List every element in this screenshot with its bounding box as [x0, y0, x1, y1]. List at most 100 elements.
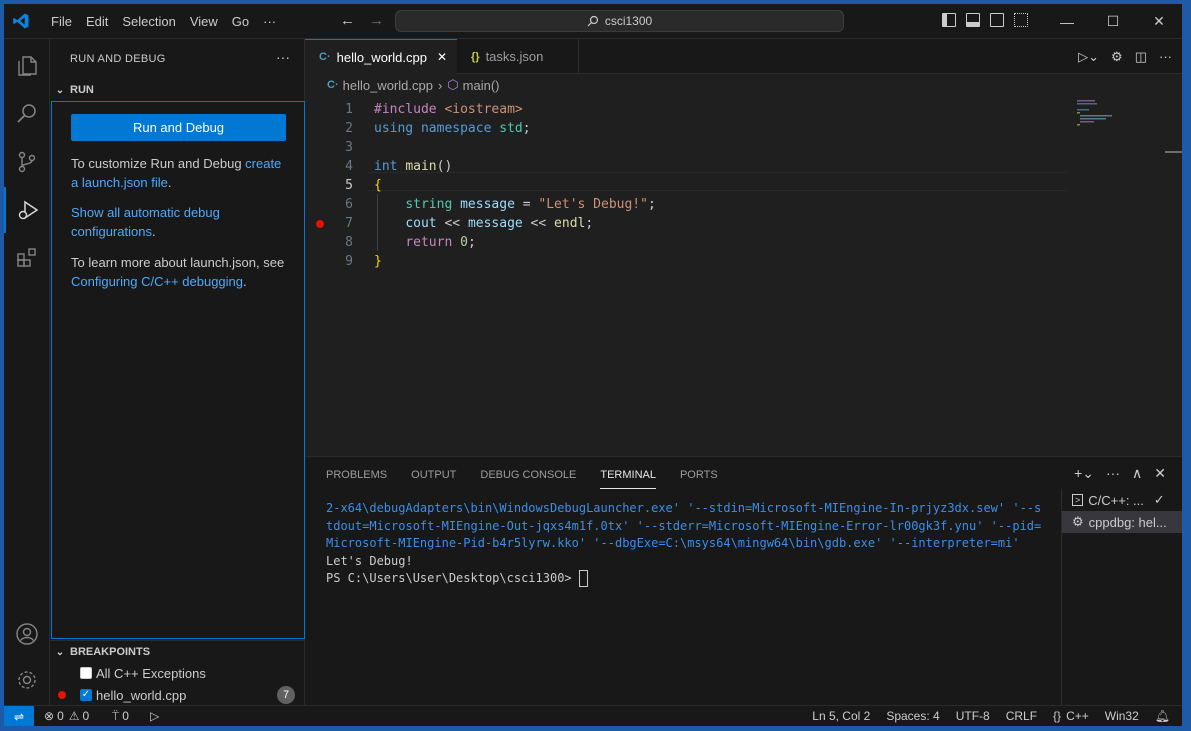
cpp-icon: C·	[319, 51, 331, 63]
remote-indicator-icon[interactable]: ⇌	[4, 706, 34, 726]
tab-tasks-json[interactable]: {} tasks.json	[457, 39, 579, 74]
menu-selection[interactable]: Selection	[115, 14, 182, 29]
tab-output[interactable]: OUTPUT	[411, 467, 456, 489]
terminal-command: 2-x64\debugAdapters\bin\WindowsDebugLaun…	[326, 501, 1042, 550]
accounts-icon[interactable]	[4, 611, 50, 657]
tab-problems[interactable]: PROBLEMS	[326, 467, 387, 489]
language-mode[interactable]: {} C++	[1053, 709, 1089, 723]
close-tab-icon[interactable]: ✕	[437, 50, 447, 64]
tab-terminal[interactable]: TERMINAL	[600, 467, 656, 489]
run-and-debug-button[interactable]: Run and Debug	[71, 114, 286, 141]
breakpoint-all-exceptions[interactable]: All C++ Exceptions	[50, 662, 305, 684]
show-automatic-configs-link[interactable]: Show all automatic debug configurations	[71, 205, 220, 239]
platform[interactable]: Win32	[1105, 709, 1139, 723]
line-number: 2	[345, 121, 353, 136]
encoding[interactable]: UTF-8	[956, 709, 990, 723]
configuring-cpp-debugging-link[interactable]: Configuring C/C++ debugging	[71, 274, 243, 289]
search-view-icon[interactable]	[4, 91, 50, 137]
back-arrow-icon[interactable]: ←	[340, 12, 355, 29]
menu-file[interactable]: File	[44, 14, 79, 29]
explorer-icon[interactable]	[4, 43, 50, 89]
run-and-debug-sidebar: RUN AND DEBUG ··· ⌄ RUN Run and Debug To…	[50, 39, 305, 705]
breakpoints-section-header[interactable]: ⌄ BREAKPOINTS	[50, 640, 305, 663]
chevron-down-icon: ⌄	[55, 646, 65, 658]
menu-go[interactable]: Go	[225, 14, 256, 29]
code-token: ;	[647, 197, 656, 212]
checkbox-checked[interactable]: ✓	[80, 689, 92, 701]
json-icon: {}	[471, 50, 480, 63]
breakpoint-dot-icon[interactable]	[316, 220, 324, 228]
more-actions-icon[interactable]: ···	[1159, 49, 1172, 65]
toggle-panel-icon[interactable]	[966, 13, 980, 27]
toggle-primary-sidebar-icon[interactable]	[942, 13, 956, 27]
menu-edit[interactable]: Edit	[79, 14, 115, 29]
indentation[interactable]: Spaces: 4	[886, 709, 939, 723]
menu-bar: File Edit Selection View Go ···	[44, 4, 283, 39]
run-debug-dropdown-icon[interactable]: ▷⌄	[1078, 49, 1099, 65]
customize-label: To customize Run and Debug	[71, 156, 246, 171]
breakpoint-hello-world[interactable]: ✓ hello_world.cpp 7	[50, 684, 305, 706]
toggle-secondary-sidebar-icon[interactable]	[990, 13, 1004, 27]
more-actions-icon[interactable]: ···	[1106, 465, 1120, 482]
ports-indicator[interactable]: ⍡ 0	[112, 706, 129, 726]
customize-layout-icon[interactable]	[1014, 13, 1028, 27]
error-icon: ⊗	[44, 709, 55, 723]
braces-icon: {}	[1053, 709, 1062, 723]
code-token: main	[405, 159, 437, 174]
breadcrumb-symbol[interactable]: main()	[463, 78, 500, 93]
problems-indicator[interactable]: ⊗ 0 ⚠ 0	[44, 706, 89, 726]
tab-debug-console[interactable]: DEBUG CONSOLE	[480, 467, 576, 489]
breakpoint-line-badge: 7	[277, 686, 295, 704]
terminal-output[interactable]: 2-x64\debugAdapters\bin\WindowsDebugLaun…	[326, 500, 1042, 588]
terminal-item-cpp-task[interactable]: > C/C++: ... ✓	[1062, 489, 1182, 511]
run-and-debug-icon[interactable]	[4, 187, 50, 233]
command-center-search[interactable]: csci1300	[395, 10, 844, 32]
close-panel-icon[interactable]: ✕	[1154, 465, 1166, 482]
extensions-icon[interactable]	[4, 235, 50, 281]
terminal-item-cppdbg[interactable]: ⚙ cppdbg: hel...	[1062, 511, 1182, 533]
forward-arrow-icon[interactable]: →	[369, 12, 384, 29]
source-control-icon[interactable]	[4, 139, 50, 185]
line-number: 8	[345, 235, 353, 250]
line-number: 4	[345, 159, 353, 174]
line-number: 5	[345, 178, 353, 193]
manage-gear-icon[interactable]	[4, 657, 50, 703]
maximize-panel-icon[interactable]: ∧	[1132, 465, 1142, 482]
breadcrumb: C· hello_world.cpp › ⬡ main()	[305, 74, 500, 96]
tab-ports[interactable]: PORTS	[680, 467, 718, 489]
tab-hello-world-cpp[interactable]: C· hello_world.cpp ✕	[305, 39, 457, 74]
code-token: using	[374, 121, 421, 136]
run-panel: Run and Debug To customize Run and Debug…	[51, 101, 305, 639]
menu-more[interactable]: ···	[256, 14, 283, 29]
terminal-item-label: C/C++: ...	[1088, 492, 1144, 508]
period: .	[167, 174, 172, 190]
more-actions-icon[interactable]: ···	[276, 49, 290, 65]
close-window-icon[interactable]: ✕	[1136, 4, 1182, 39]
minimap[interactable]	[1075, 98, 1135, 128]
settings-gear-icon[interactable]: ⚙	[1111, 49, 1123, 65]
menu-view[interactable]: View	[183, 14, 225, 29]
run-section-header[interactable]: ⌄ RUN	[50, 79, 305, 101]
error-count: 0	[57, 709, 64, 723]
breadcrumb-file[interactable]: hello_world.cpp	[343, 78, 433, 93]
breadcrumb-separator: ›	[437, 77, 443, 93]
code-editor[interactable]: 1 2 3 4 5 6 7 8 9 #include <iostream> us…	[305, 96, 1182, 456]
end-of-line[interactable]: CRLF	[1006, 709, 1037, 723]
notifications-bell-icon[interactable]: 🔔︎	[1155, 709, 1170, 723]
code-token: #include	[374, 102, 445, 117]
checkbox-unchecked[interactable]	[80, 667, 92, 679]
terminal-program-output: Let's Debug!	[326, 553, 413, 568]
panel-tabs: PROBLEMS OUTPUT DEBUG CONSOLE TERMINAL P…	[326, 467, 742, 489]
code-token: <<	[522, 216, 555, 231]
debug-launch-icon[interactable]: ▷	[150, 706, 159, 726]
maximize-icon[interactable]: ☐	[1090, 4, 1136, 39]
new-terminal-icon[interactable]: +⌄	[1074, 465, 1094, 482]
ports-icon: ⍡	[112, 708, 120, 723]
cursor-position[interactable]: Ln 5, Col 2	[812, 709, 870, 723]
status-bar: ⇌ ⊗ 0 ⚠ 0 ⍡ 0 ▷ Ln 5, Col 2 Spaces: 4 UTF-8…	[4, 705, 1182, 726]
line-number: 6	[345, 197, 353, 212]
split-editor-icon[interactable]: ◫	[1135, 49, 1147, 65]
minimize-icon[interactable]: —	[1044, 4, 1090, 39]
